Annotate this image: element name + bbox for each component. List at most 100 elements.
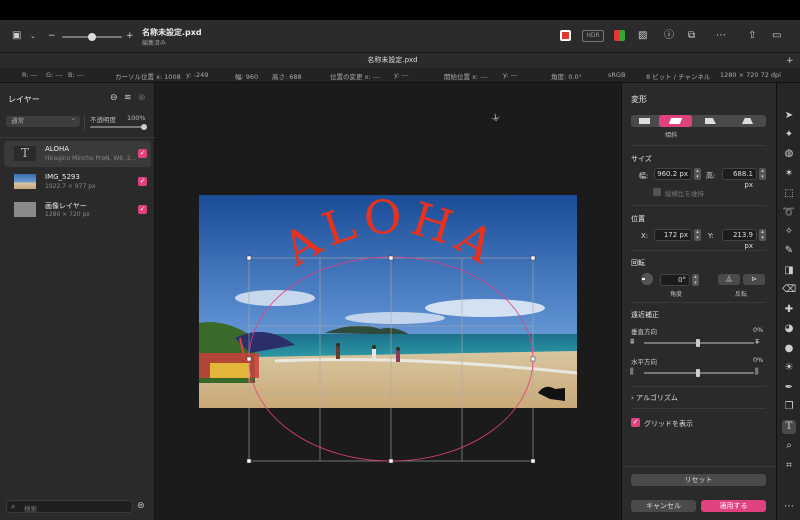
share-icon[interactable]: ⇧: [748, 30, 756, 42]
new-tab-icon[interactable]: +: [786, 55, 794, 67]
flip-vertical-button[interactable]: ⏅: [718, 274, 740, 285]
angle-field[interactable]: 0°: [660, 274, 690, 286]
color-adjust-icon[interactable]: [614, 30, 625, 41]
magic-wand-icon[interactable]: ✧: [782, 225, 796, 239]
layer-visibility-checkbox[interactable]: ✓: [138, 177, 147, 186]
reset-button[interactable]: リセット: [631, 474, 766, 486]
info-bits: 8 ビット / チャンネル: [646, 73, 711, 81]
size-title: サイズ: [631, 155, 652, 163]
canvas-svg[interactable]: ALOHA: [155, 83, 620, 520]
layer-search-input[interactable]: ⌕ 検索: [6, 500, 133, 513]
zoom-out-icon[interactable]: −: [48, 30, 56, 42]
node-tool-icon[interactable]: ✦: [782, 128, 796, 142]
y-field[interactable]: 213.9 px: [722, 229, 757, 250]
sun-icon[interactable]: ☀: [782, 361, 796, 375]
zoom-in-icon[interactable]: +: [126, 30, 134, 42]
chevron-down-icon[interactable]: ⌄: [30, 30, 36, 42]
info-start-y: y: ---: [503, 71, 518, 79]
gradient-icon[interactable]: ◨: [782, 264, 796, 278]
layer-visibility-checkbox[interactable]: ✓: [138, 149, 147, 158]
mode-perspective-button[interactable]: [730, 115, 766, 127]
clone-icon[interactable]: ◕: [782, 322, 796, 336]
hdr-button[interactable]: HDR: [582, 30, 604, 42]
layer-name: IMG_5293: [45, 173, 80, 181]
mode-scale-button[interactable]: [631, 115, 658, 127]
vertical-right-icon: ⩨: [755, 337, 760, 346]
marquee-select-icon[interactable]: ⬚: [782, 187, 796, 201]
disclosure-chevron-icon: ›: [631, 394, 634, 402]
canvas-area[interactable]: ⇲ ALOHA: [155, 83, 620, 520]
angle-stepper[interactable]: ▴ ▾: [692, 274, 699, 286]
zoom-slider-knob[interactable]: [88, 33, 96, 41]
info-icon[interactable]: ⓘ: [664, 30, 674, 42]
remove-layer-icon[interactable]: ⊖: [110, 92, 118, 104]
divider: [0, 137, 155, 138]
crop-icon[interactable]: ⌗: [782, 459, 796, 473]
opacity-slider[interactable]: [90, 124, 147, 130]
height-field[interactable]: 688.1 px: [722, 168, 757, 189]
lasso-icon[interactable]: ➰: [782, 206, 796, 220]
star-icon[interactable]: ✶: [782, 167, 796, 181]
perspective-icon: [742, 118, 753, 124]
horizontal-slider-knob[interactable]: [696, 369, 700, 377]
flip-horizontal-button[interactable]: ⊳: [743, 274, 765, 285]
flip-horizontal-icon: ⊳: [751, 275, 757, 283]
vertical-slider[interactable]: [644, 339, 754, 347]
y-stepper[interactable]: ▴ ▾: [759, 229, 766, 241]
apply-button[interactable]: 適用する: [701, 500, 766, 512]
cancel-button[interactable]: キャンセル: [631, 500, 696, 512]
rotate-title: 回転: [631, 259, 645, 267]
info-start-x: 開始位置 x: ---: [444, 73, 488, 81]
more-tools-icon[interactable]: ⋯: [782, 500, 796, 514]
layer-detail: 1280 × 720 px: [45, 211, 90, 218]
keep-ratio-checkbox[interactable]: [653, 188, 661, 196]
algorithm-label: アルゴリズム: [636, 394, 678, 402]
layers-stack-icon[interactable]: ≋: [124, 92, 132, 104]
text-tool-icon[interactable]: T: [782, 420, 796, 434]
show-grid-checkbox[interactable]: ✓: [631, 418, 640, 427]
show-grid-label: グリッドを表示: [644, 420, 693, 428]
sidebar-toggle-icon[interactable]: ▣: [12, 30, 21, 42]
image-icon[interactable]: ▨: [638, 30, 647, 42]
add-layer-icon[interactable]: ⊕: [138, 92, 146, 104]
layer-row[interactable]: 画像レイヤー 1280 × 720 px ✓: [4, 197, 151, 223]
skew-icon: [668, 118, 683, 124]
blur-icon[interactable]: ●: [782, 342, 796, 356]
divider: [622, 466, 777, 467]
layers-icon[interactable]: ❐: [782, 400, 796, 414]
inspector-toggle-icon[interactable]: ▭: [772, 30, 781, 42]
angle-dial[interactable]: [641, 273, 653, 285]
x-stepper[interactable]: ▴ ▾: [694, 229, 701, 241]
width-label: 幅:: [639, 172, 649, 180]
arrow-select-icon[interactable]: ➤: [782, 109, 796, 123]
height-stepper[interactable]: ▴ ▾: [759, 168, 766, 180]
x-field[interactable]: 172 px: [654, 229, 692, 241]
horizontal-slider[interactable]: [644, 369, 754, 377]
zoom-slider[interactable]: [62, 33, 122, 41]
arrange-icon[interactable]: ⧉: [688, 30, 695, 42]
tab-bar: 名称未設定.pxd +: [0, 52, 800, 68]
opacity-slider-knob[interactable]: [141, 124, 147, 130]
zoom-icon[interactable]: ⌕: [782, 439, 796, 453]
shapes-icon[interactable]: ◍: [782, 147, 796, 161]
filter-icon[interactable]: ⊜: [137, 500, 145, 512]
width-stepper[interactable]: ▴ ▾: [694, 168, 701, 180]
more-options-icon[interactable]: ⋯: [716, 30, 726, 42]
blend-mode-select[interactable]: 通常 ⌃: [6, 116, 80, 127]
bandage-icon[interactable]: ✚: [782, 303, 796, 317]
x-label: X:: [641, 232, 649, 240]
color-swatch-icon[interactable]: [560, 30, 571, 41]
vertical-slider-knob[interactable]: [696, 339, 700, 347]
pen-icon[interactable]: ✒: [782, 381, 796, 395]
vertical-label: 垂直方向: [631, 328, 657, 336]
brush-icon[interactable]: ✎: [782, 244, 796, 258]
algorithm-disclosure[interactable]: › アルゴリズム: [631, 393, 678, 403]
tab-document[interactable]: 名称未設定.pxd: [0, 53, 785, 68]
layer-row[interactable]: IMG_5293 1922.7 × 977 px ✓: [4, 169, 151, 195]
layer-visibility-checkbox[interactable]: ✓: [138, 205, 147, 214]
layer-row[interactable]: T ALOHA Hiragino Mincho ProN, W6, 2... ✓: [4, 141, 151, 167]
mode-skew-button[interactable]: [659, 115, 692, 127]
width-field[interactable]: 960.2 px: [654, 168, 692, 180]
mode-distort-button[interactable]: [693, 115, 729, 127]
eraser-icon[interactable]: ⌫: [782, 283, 796, 297]
